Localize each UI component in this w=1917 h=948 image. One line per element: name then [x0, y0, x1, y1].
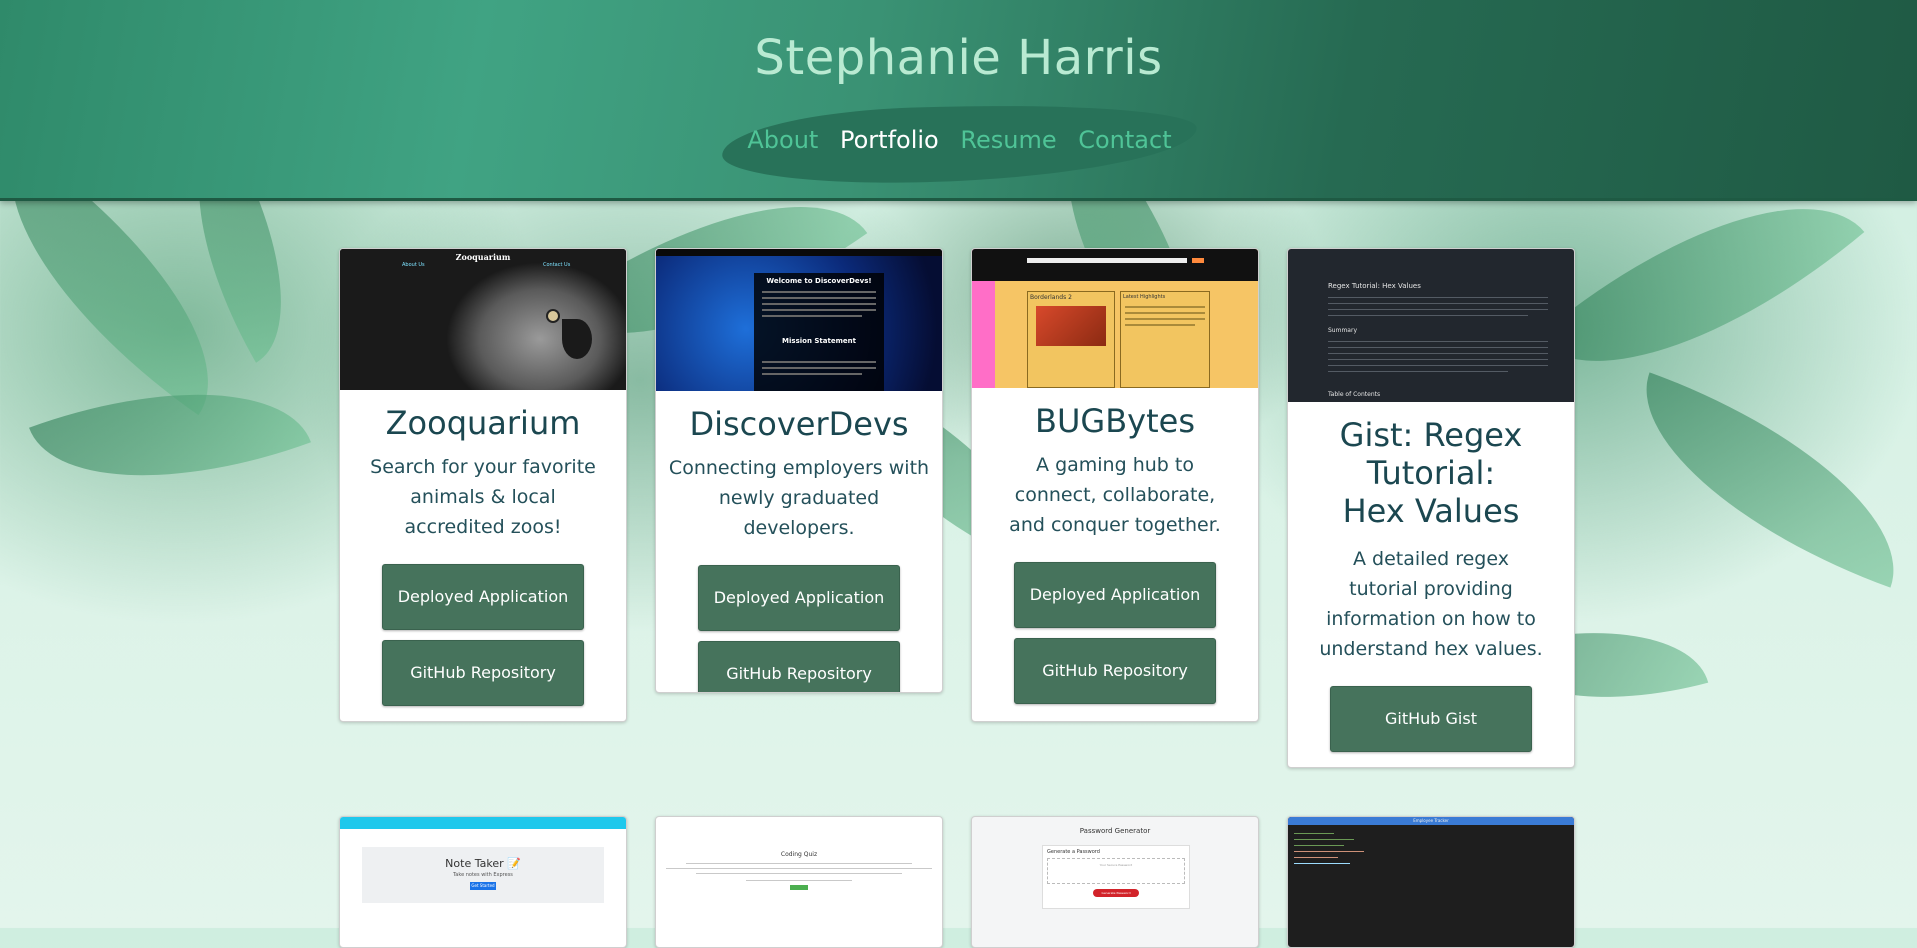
project-screenshot: Welcome to DiscoverDevs! Mission Stateme… [656, 249, 942, 391]
thumb-subheading: Mission Statement [782, 337, 856, 345]
project-card-note-taker: Note Taker 📝 Take notes with Express Get… [339, 816, 627, 948]
project-card-coding-quiz: Coding Quiz [655, 816, 943, 948]
github-repository-button[interactable]: GitHub Repository [1014, 638, 1216, 704]
project-title: Zooquarium [385, 404, 581, 442]
project-card-discoverdevs: Welcome to DiscoverDevs! Mission Stateme… [655, 248, 943, 693]
project-description: Connecting employers with newly graduate… [668, 457, 930, 539]
thumb-link-about: About Us [402, 262, 425, 268]
deployed-application-button[interactable]: Deployed Application [698, 565, 900, 631]
project-description: A detailed regex tutorial providing info… [1319, 548, 1543, 660]
github-repository-button[interactable]: GitHub Repository [698, 641, 900, 692]
thumb-heading: Regex Tutorial: Hex Values [1328, 282, 1421, 290]
project-screenshot: Zooquarium About Us Contact Us [340, 249, 626, 390]
github-repository-button[interactable]: GitHub Repository [382, 640, 584, 706]
thumb-link-contact: Contact Us [543, 262, 571, 268]
deployed-application-button[interactable]: Deployed Application [382, 564, 584, 630]
project-card-bugbytes: Borderlands 2 Latest Highlights BUGBytes… [971, 248, 1259, 722]
main-nav: About Portfolio Resume Contact [722, 126, 1197, 154]
project-screenshot: Regex Tutorial: Hex Values Summary Table… [1288, 249, 1574, 402]
preview-subtitle: Take notes with Express [453, 872, 513, 878]
deployed-application-button[interactable]: Deployed Application [1014, 562, 1216, 628]
project-card-regex-gist: Regex Tutorial: Hex Values Summary Table… [1287, 248, 1575, 768]
preview-jumbotron: Note Taker 📝 Take notes with Express Get… [362, 847, 604, 903]
thumb-content-box: Welcome to DiscoverDevs! Mission Stateme… [754, 273, 884, 391]
preview-title: Employee Tracker [1413, 818, 1449, 823]
project-card-zooquarium: Zooquarium About Us Contact Us Zooquariu… [339, 248, 627, 722]
thumb-left-panel: Borderlands 2 [1027, 291, 1115, 388]
project-card-password-generator: Password Generator Generate a Password Y… [971, 816, 1259, 948]
project-title: Gist: Regex Tutorial: Hex Values [1339, 416, 1523, 530]
nav-contact[interactable]: Contact [1078, 126, 1171, 154]
project-card-employee-tracker: Employee Tracker [1287, 816, 1575, 948]
site-title: Stephanie Harris [754, 30, 1163, 86]
thumb-right-panel: Latest Highlights [1120, 291, 1210, 388]
project-screenshot: Borderlands 2 Latest Highlights [972, 249, 1258, 388]
project-title: BUGBytes [1035, 402, 1195, 440]
preview-button: Get Started [470, 882, 496, 890]
parrot-beak [562, 319, 592, 359]
thumb-heading: Welcome to DiscoverDevs! [766, 277, 872, 285]
project-description: A gaming hub to connect, collaborate, an… [1009, 454, 1221, 536]
search-bar [1027, 258, 1187, 263]
project-description: Search for your favorite animals & local… [370, 456, 596, 538]
nav-about[interactable]: About [747, 126, 818, 154]
preview-inner-card: Generate a Password Your Secure Password… [1042, 845, 1190, 909]
thumb-heading: Zooquarium [455, 252, 511, 262]
thumb-toc: Table of Contents [1328, 391, 1381, 398]
github-gist-button[interactable]: GitHub Gist [1330, 686, 1532, 752]
project-title: DiscoverDevs [689, 405, 909, 443]
nav-portfolio[interactable]: Portfolio [840, 126, 939, 154]
thumb-summary: Summary [1328, 327, 1357, 334]
parrot-eye [546, 309, 560, 323]
preview-title: Password Generator [1079, 827, 1151, 835]
preview-title: Note Taker 📝 [445, 857, 521, 870]
site-header: Stephanie Harris About Portfolio Resume … [0, 0, 1917, 201]
nav-resume[interactable]: Resume [960, 126, 1056, 154]
preview-title: Coding Quiz [780, 851, 818, 858]
